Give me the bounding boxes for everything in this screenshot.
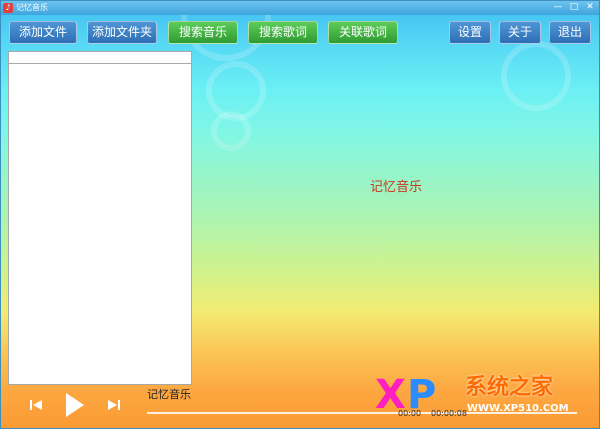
skip-forward-icon[interactable] <box>107 398 121 412</box>
playlist-header[interactable] <box>9 52 191 64</box>
decor-swirl <box>501 41 571 111</box>
playlist-panel[interactable] <box>8 51 192 385</box>
search-music-button[interactable]: 搜索音乐 <box>168 21 238 44</box>
link-lyrics-button[interactable]: 关联歌词 <box>328 21 398 44</box>
watermark-p: P <box>407 372 437 418</box>
app-window: ♪ 记忆音乐 — □ ✕ 添加文件 添加文件夹 搜索音乐 搜索歌词 关联歌词 设… <box>0 0 600 429</box>
decor-swirl <box>211 111 251 151</box>
window-title: 记忆音乐 <box>16 3 48 12</box>
play-icon[interactable] <box>65 392 85 418</box>
close-button[interactable]: ✕ <box>583 1 597 14</box>
now-playing-title: 记忆音乐 <box>147 388 191 401</box>
title-bar[interactable]: ♪ 记忆音乐 — □ ✕ <box>1 1 599 15</box>
about-button[interactable]: 关于 <box>499 21 541 44</box>
watermark-logo: X P 系统之家 WWW.XP510.COM <box>375 372 599 428</box>
watermark-brand: 系统之家 <box>465 375 554 400</box>
skip-back-icon[interactable] <box>29 398 43 412</box>
watermark-url: WWW.XP510.COM <box>467 403 569 414</box>
search-lyrics-button[interactable]: 搜索歌词 <box>248 21 318 44</box>
minimize-button[interactable]: — <box>551 1 565 14</box>
lyrics-title: 记忆音乐 <box>370 180 423 195</box>
maximize-button[interactable]: □ <box>567 1 581 14</box>
app-icon: ♪ <box>3 3 13 13</box>
watermark-x: X <box>375 372 406 418</box>
add-folder-button[interactable]: 添加文件夹 <box>87 21 157 44</box>
add-file-button[interactable]: 添加文件 <box>9 21 77 44</box>
settings-button[interactable]: 设置 <box>449 21 491 44</box>
exit-button[interactable]: 退出 <box>549 21 591 44</box>
